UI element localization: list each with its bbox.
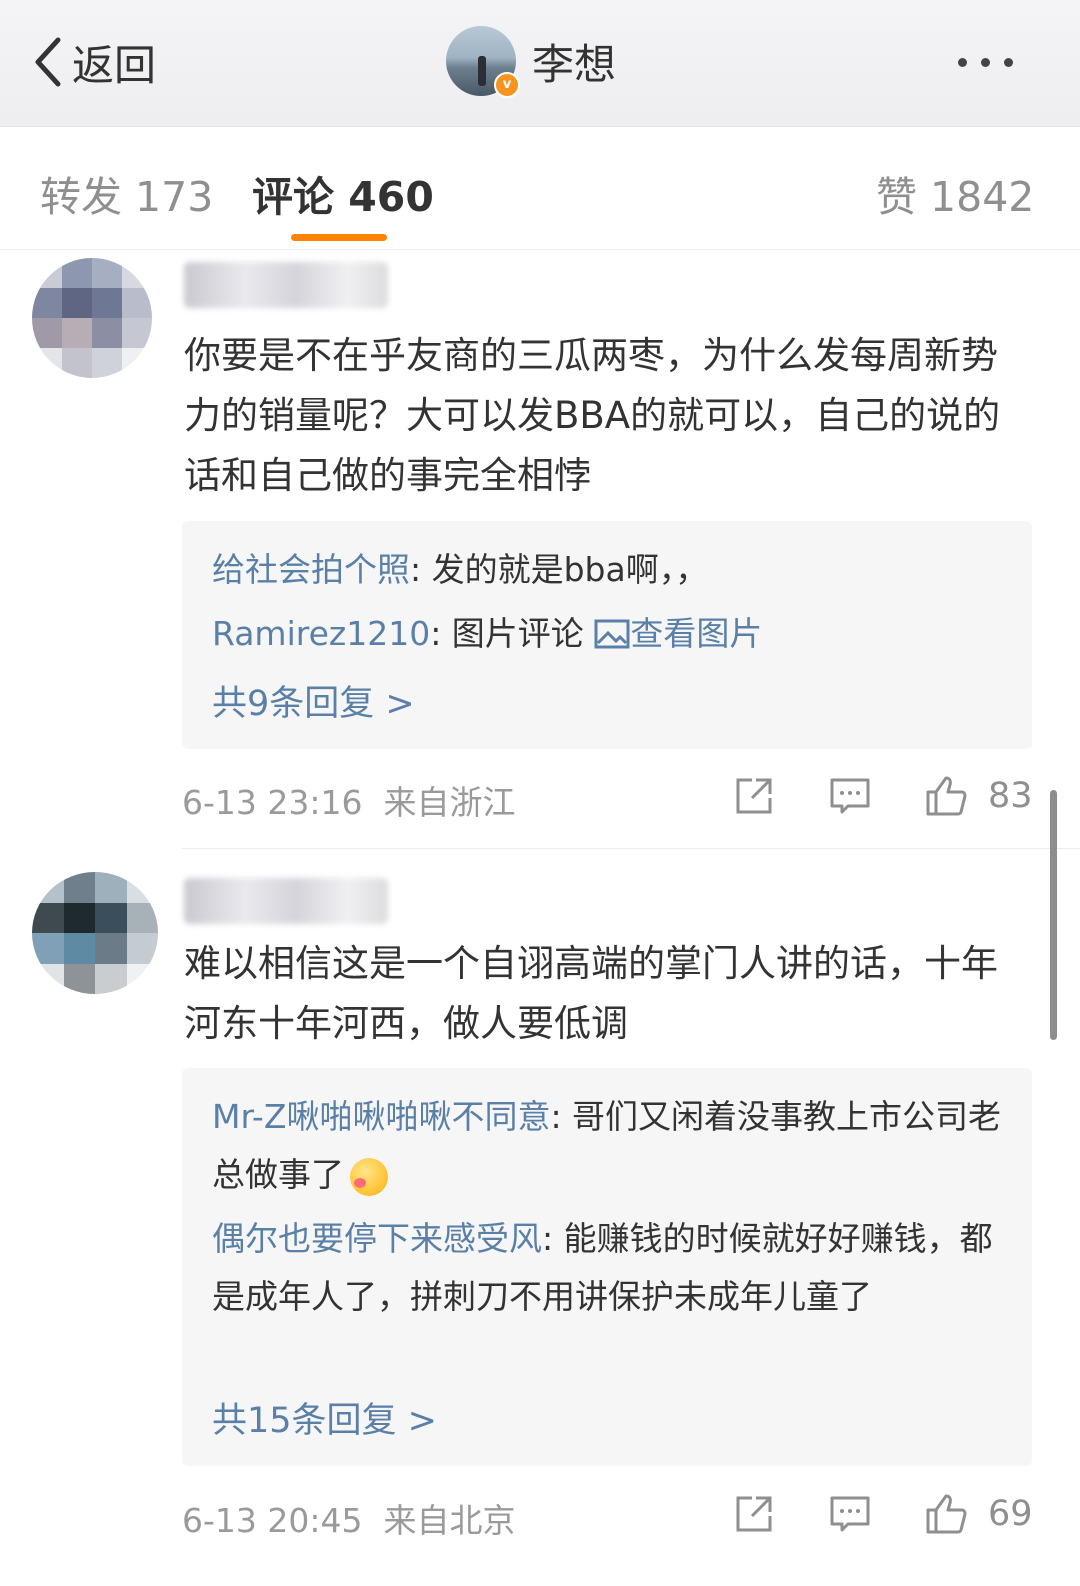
- reply-item: Mr-Z啾啪啾啪啾不同意: 哥们又闲着没事教上市公司老总做事了: [212, 1088, 1012, 1204]
- avatar[interactable]: [32, 258, 152, 378]
- reply-text: : 图片评论: [430, 614, 595, 653]
- like-button[interactable]: [924, 774, 968, 822]
- back-label: 返回: [72, 40, 157, 90]
- comment-meta: 6-13 23:16 来自浙江 83: [182, 768, 1042, 828]
- divider: [182, 848, 1080, 849]
- reply-item: 偶尔也要停下来感受风: 能赚钱的时候就好好赚钱，都是成年人了，拼刺刀不用讲保护未…: [212, 1210, 1012, 1326]
- reply-button[interactable]: [828, 1492, 872, 1540]
- comment-text: 你要是不在乎友商的三瓜两枣，为什么发每周新势力的销量呢？大可以发BBA的就可以，…: [184, 334, 1001, 497]
- thumbs-up-icon: [926, 776, 967, 816]
- share-button[interactable]: [732, 774, 776, 822]
- tab-likes[interactable]: 赞 1842: [876, 163, 1034, 223]
- reply-author[interactable]: Mr-Z啾啪啾啪啾不同意: [212, 1097, 550, 1136]
- reply-author[interactable]: 给社会拍个照: [212, 550, 410, 589]
- reply-text: : 发的就是bba啊，，: [410, 550, 709, 589]
- like-count: 83: [988, 776, 1033, 816]
- tab-bar: 转发 173 评论 460 赞 1842: [0, 127, 1080, 250]
- top-bar: 返回 v 李想: [0, 0, 1080, 127]
- comment-icon: [830, 778, 870, 814]
- verified-badge-icon: v: [494, 72, 520, 98]
- emoji-icon: [350, 1157, 388, 1196]
- chevron-left-icon: [35, 37, 61, 87]
- reply-item: 给社会拍个照: 发的就是bba啊，，: [212, 541, 1012, 599]
- reply-author[interactable]: 偶尔也要停下来感受风: [212, 1219, 542, 1258]
- more-replies-link[interactable]: 共15条回复 >: [212, 1392, 437, 1443]
- image-icon: [594, 619, 630, 649]
- comment-timestamp: 6-13 23:16 来自浙江: [182, 783, 516, 822]
- like-count: 69: [988, 1494, 1033, 1534]
- comment-text: 难以相信这是一个自诩高端的掌门人讲的话，十年河东十年河西，做人要低调: [184, 942, 998, 1045]
- author-name[interactable]: 李想: [532, 31, 616, 92]
- nickname-blurred[interactable]: [184, 878, 388, 924]
- avatar[interactable]: [32, 872, 158, 994]
- tab-reposts[interactable]: 转发 173: [40, 163, 213, 223]
- reply-button[interactable]: [828, 774, 872, 822]
- reply-item: Ramirez1210: 图片评论 查看图片: [212, 605, 1012, 663]
- view-image-label: 查看图片: [630, 614, 763, 653]
- comment-icon: [830, 1496, 870, 1532]
- reply-author[interactable]: Ramirez1210: [212, 614, 430, 653]
- comment-timestamp: 6-13 20:45 来自北京: [182, 1501, 516, 1540]
- view-image-link[interactable]: 查看图片: [594, 614, 762, 653]
- author-avatar[interactable]: v: [446, 26, 520, 98]
- nickname-blurred[interactable]: [184, 262, 388, 308]
- tab-comments[interactable]: 评论 460: [252, 163, 434, 223]
- more-options-button[interactable]: [958, 44, 1038, 80]
- share-icon: [736, 1496, 772, 1532]
- reply-box[interactable]: 给社会拍个照: 发的就是bba啊，， Ramirez1210: 图片评论 查看图…: [182, 521, 1032, 749]
- dot-icon: [981, 57, 990, 67]
- dot-icon: [1004, 57, 1013, 67]
- active-tab-indicator: [291, 234, 387, 241]
- author-header[interactable]: v 李想: [446, 26, 616, 98]
- thumbs-up-icon: [926, 1494, 967, 1534]
- share-button[interactable]: [732, 1492, 776, 1540]
- more-replies-link[interactable]: 共9条回复 >: [212, 675, 415, 726]
- back-button[interactable]: 返回: [30, 32, 156, 92]
- like-button[interactable]: [924, 1492, 968, 1540]
- comment-meta: 6-13 20:45 来自北京 69: [182, 1486, 1042, 1546]
- dot-icon: [958, 57, 967, 67]
- share-icon: [736, 778, 772, 814]
- reply-box[interactable]: Mr-Z啾啪啾啪啾不同意: 哥们又闲着没事教上市公司老总做事了 偶尔也要停下来感…: [182, 1068, 1032, 1466]
- scrollbar[interactable]: [1050, 790, 1057, 1040]
